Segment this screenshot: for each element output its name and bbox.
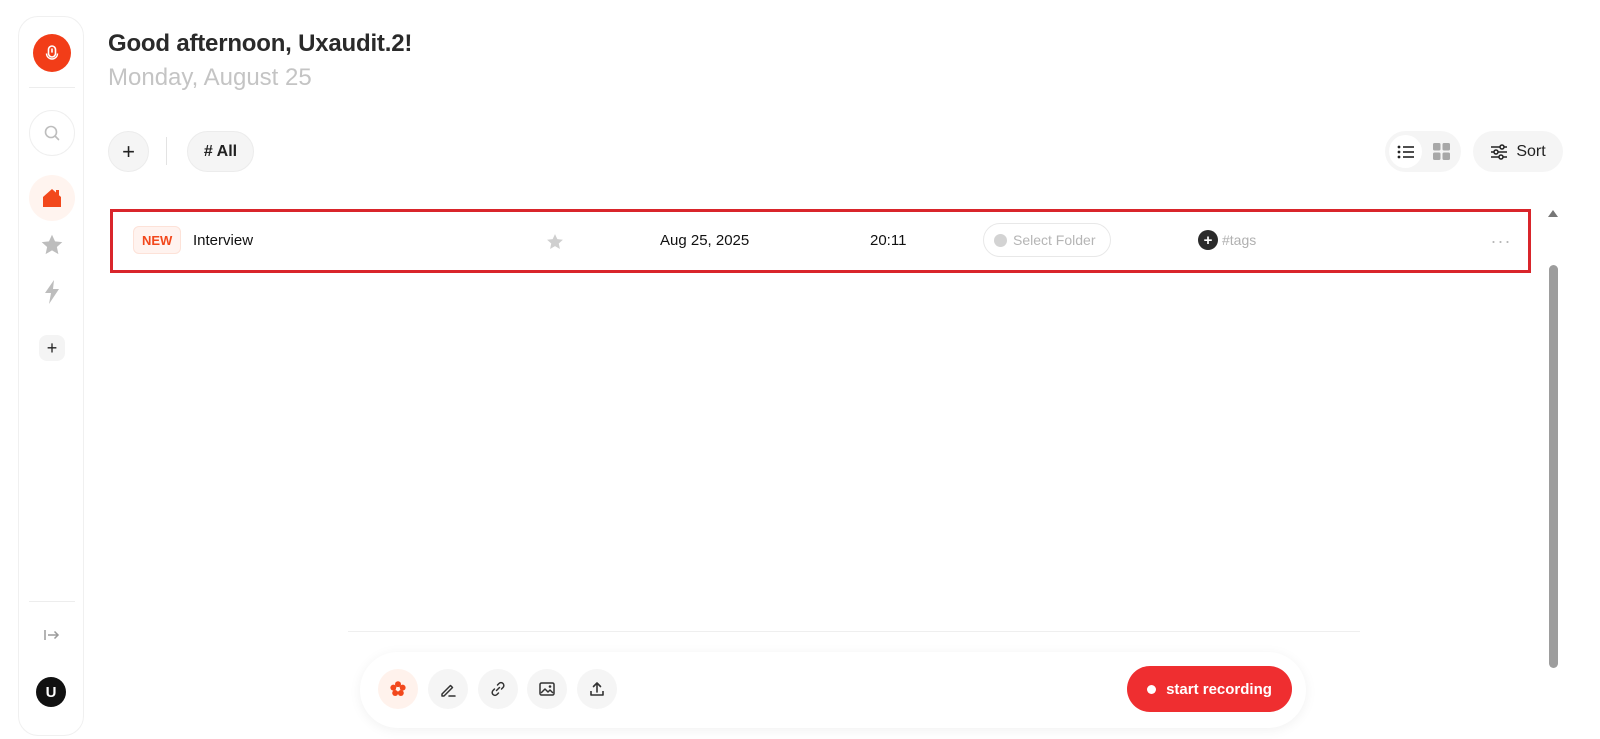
select-folder-dropdown[interactable]: Select Folder xyxy=(983,223,1111,257)
sidebar-item-quick[interactable] xyxy=(29,269,75,315)
app-logo[interactable] xyxy=(33,34,71,72)
recording-title[interactable]: Interview xyxy=(193,232,253,249)
scroll-up-arrow[interactable] xyxy=(1548,210,1558,217)
recording-date: Aug 25, 2025 xyxy=(660,232,750,249)
dock-link-button[interactable] xyxy=(478,669,518,709)
sidebar-add-button[interactable]: + xyxy=(39,335,65,361)
dock-note-button[interactable] xyxy=(428,669,468,709)
select-folder-label: Select Folder xyxy=(1013,232,1096,248)
upload-icon xyxy=(590,682,604,696)
microphone-logo-icon xyxy=(45,45,59,60)
sidebar: + U xyxy=(18,16,84,736)
plus-circle-icon: + xyxy=(1198,230,1218,250)
list-view-button[interactable] xyxy=(1389,135,1422,168)
link-icon xyxy=(491,681,505,697)
app-root: + U Good afternoon, Uxaudit.2! Monday, A… xyxy=(0,0,1600,739)
start-recording-button[interactable]: start recording xyxy=(1127,666,1292,712)
plus-icon: + xyxy=(46,338,58,358)
more-options-icon[interactable]: ··· xyxy=(1489,229,1513,253)
add-recording-button[interactable]: + xyxy=(108,131,149,172)
sidebar-item-home[interactable] xyxy=(29,175,75,221)
flower-icon xyxy=(390,681,406,696)
view-mode-toggle xyxy=(1385,131,1461,172)
grid-icon xyxy=(1433,143,1450,160)
list-icon xyxy=(1397,145,1414,158)
recording-row[interactable]: NEW Interview Aug 25, 2025 20:11 Select … xyxy=(110,209,1531,273)
sidebar-search-button[interactable] xyxy=(29,110,75,156)
home-icon xyxy=(43,189,61,207)
search-icon xyxy=(44,125,60,141)
current-date: Monday, August 25 xyxy=(108,64,312,91)
sliders-icon xyxy=(1491,143,1508,160)
bottom-dock: start recording xyxy=(360,652,1306,728)
sidebar-divider xyxy=(29,87,75,88)
add-tags-button[interactable]: + #tags xyxy=(1198,230,1256,250)
sort-button[interactable]: Sort xyxy=(1473,131,1563,172)
image-icon xyxy=(539,682,555,696)
star-icon xyxy=(547,234,563,249)
sidebar-item-favorites[interactable] xyxy=(29,222,75,268)
dock-divider xyxy=(348,631,1360,632)
grid-view-button[interactable] xyxy=(1425,135,1458,168)
sort-label: Sort xyxy=(1516,142,1546,160)
tags-placeholder: #tags xyxy=(1222,232,1257,248)
collapse-arrow-icon xyxy=(44,630,60,640)
start-recording-label: start recording xyxy=(1166,680,1272,698)
dock-ai-button[interactable] xyxy=(378,669,418,709)
recording-duration: 20:11 xyxy=(870,232,907,249)
dock-upload-button[interactable] xyxy=(577,669,617,709)
toolbar-divider xyxy=(166,137,167,165)
favorite-toggle[interactable] xyxy=(543,230,567,254)
record-dot-icon xyxy=(1147,684,1157,694)
user-avatar[interactable]: U xyxy=(36,677,66,707)
sidebar-divider xyxy=(29,601,75,602)
new-badge: NEW xyxy=(133,226,182,254)
star-icon xyxy=(41,234,63,255)
pen-icon xyxy=(441,684,456,697)
plus-icon: + xyxy=(122,138,135,164)
dock-image-button[interactable] xyxy=(527,669,567,709)
sidebar-collapse-button[interactable] xyxy=(29,617,75,653)
folder-dot-icon xyxy=(994,233,1007,247)
scrollbar-thumb[interactable] xyxy=(1549,265,1558,668)
filter-chip-all[interactable]: # All xyxy=(187,131,254,172)
page-title: Good afternoon, Uxaudit.2! xyxy=(108,30,413,57)
lightning-icon xyxy=(45,280,59,304)
